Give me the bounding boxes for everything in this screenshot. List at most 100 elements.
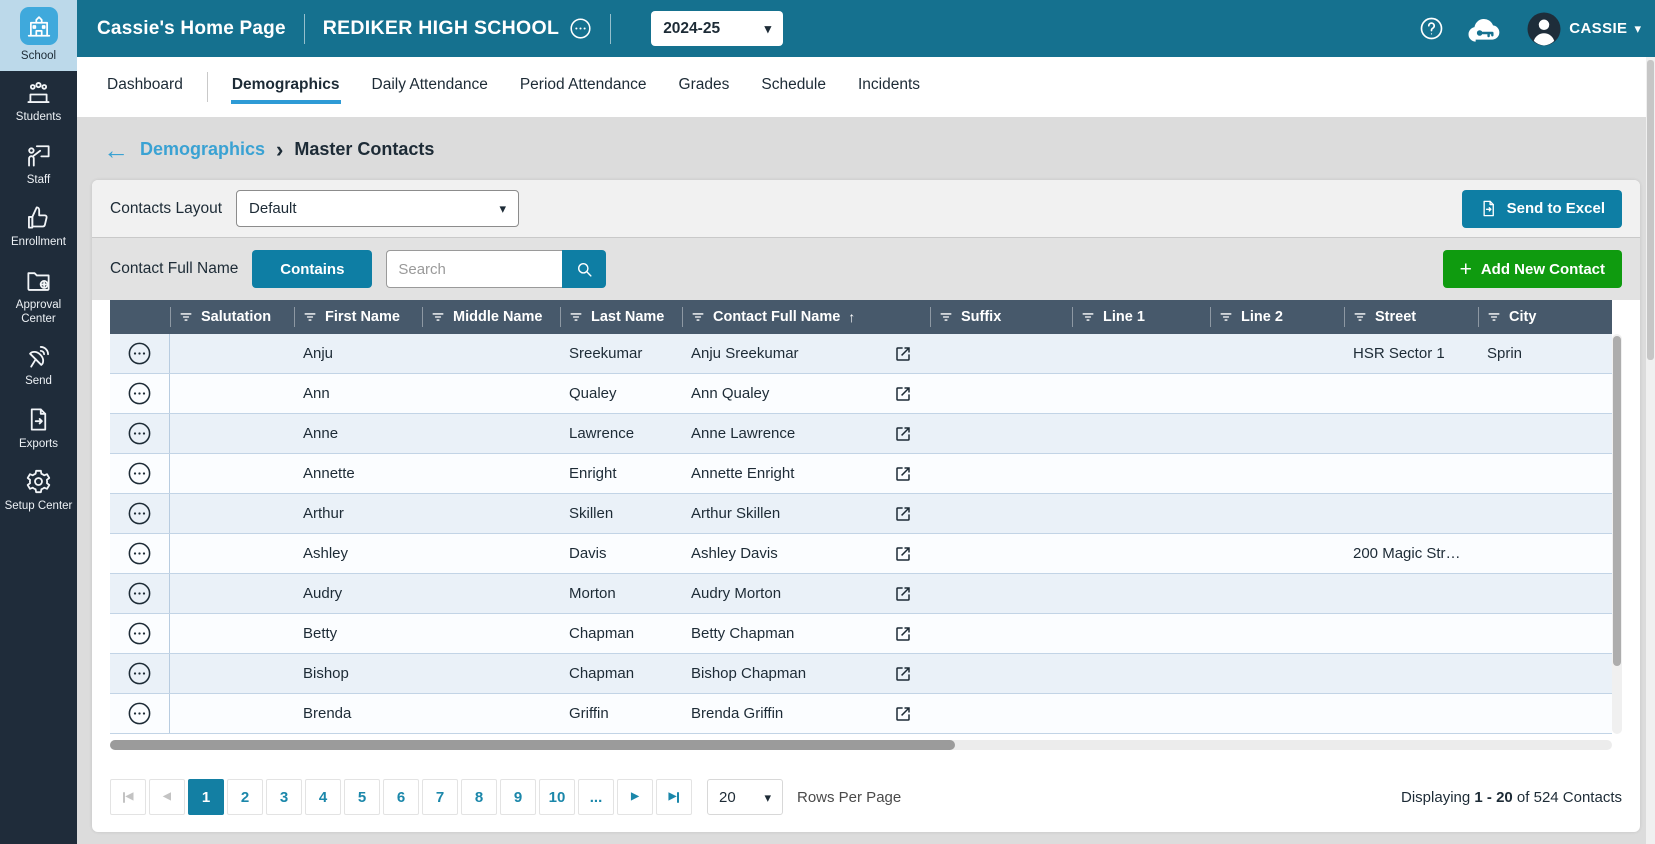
row-menu-button[interactable] <box>127 421 152 446</box>
cloud-key-icon[interactable] <box>1465 14 1505 44</box>
sidebar-item-exports[interactable]: Exports <box>0 398 77 460</box>
page-button-1[interactable]: 1 <box>188 779 224 815</box>
home-page-title[interactable]: Cassie's Home Page <box>97 18 286 40</box>
back-arrow-icon[interactable]: ← <box>103 137 129 163</box>
page-button-9[interactable]: 9 <box>500 779 536 815</box>
filter-operator-button[interactable]: Contains <box>252 250 373 288</box>
open-contact-link-icon[interactable] <box>894 545 912 563</box>
page-button-6[interactable]: 6 <box>383 779 419 815</box>
filter-icon[interactable] <box>691 310 705 324</box>
filter-toolbar: Contact Full Name Contains + Add New Con… <box>92 238 1640 300</box>
page-button-4[interactable]: 4 <box>305 779 341 815</box>
filter-icon[interactable] <box>1487 310 1501 324</box>
row-menu-button[interactable] <box>127 541 152 566</box>
row-menu-button[interactable] <box>127 581 152 606</box>
search-input[interactable] <box>386 250 563 288</box>
sidebar-item-students[interactable]: Students <box>0 71 77 133</box>
column-header-city[interactable]: City <box>1478 300 1612 334</box>
open-contact-link-icon[interactable] <box>894 585 912 603</box>
breadcrumb-demographics-link[interactable]: Demographics <box>140 139 265 160</box>
page-button-2[interactable]: 2 <box>227 779 263 815</box>
filter-icon[interactable] <box>1219 310 1233 324</box>
open-contact-link-icon[interactable] <box>894 625 912 643</box>
column-header-contact-full-name[interactable]: Contact Full Name ↑ <box>682 300 930 334</box>
tab-period-attendance[interactable]: Period Attendance <box>519 70 648 104</box>
horizontal-scrollbar-thumb[interactable] <box>110 740 955 750</box>
page-scrollbar-thumb[interactable] <box>1647 60 1654 360</box>
tab-daily-attendance[interactable]: Daily Attendance <box>371 70 489 104</box>
row-menu-button[interactable] <box>127 621 152 646</box>
open-contact-link-icon[interactable] <box>894 705 912 723</box>
tab-schedule[interactable]: Schedule <box>760 70 827 104</box>
tab-incidents[interactable]: Incidents <box>857 70 921 104</box>
open-contact-link-icon[interactable] <box>894 345 912 363</box>
last-page-button[interactable]: ▶ <box>656 779 692 815</box>
first-page-button[interactable]: ◀ <box>110 779 146 815</box>
contacts-layout-select[interactable]: Default ▾ <box>236 190 520 227</box>
cell-last-name: Enright <box>569 465 617 482</box>
filter-icon[interactable] <box>1353 310 1367 324</box>
tab-dashboard[interactable]: Dashboard <box>106 70 184 104</box>
open-contact-link-icon[interactable] <box>894 465 912 483</box>
user-name: CASSIE <box>1569 20 1628 37</box>
filter-icon[interactable] <box>431 310 445 324</box>
row-menu-button[interactable] <box>127 661 152 686</box>
next-page-button[interactable]: ▶ <box>617 779 653 815</box>
vertical-scrollbar-thumb[interactable] <box>1613 336 1621 666</box>
approval-center-icon <box>25 267 52 294</box>
page-button-8[interactable]: 8 <box>461 779 497 815</box>
page-scrollbar[interactable] <box>1646 57 1655 844</box>
table-row: Annette Enright Annette Enright <box>110 454 1612 494</box>
sidebar-item-send[interactable]: Send <box>0 335 77 397</box>
table-header-row: Salutation First Name Middle Name Last Name… <box>110 300 1612 334</box>
column-header-last-name[interactable]: Last Name <box>560 300 682 334</box>
school-year-select[interactable]: 2024-25 ▾ <box>651 11 784 46</box>
page-button-10[interactable]: 10 <box>539 779 575 815</box>
horizontal-scrollbar[interactable] <box>110 740 1612 750</box>
open-contact-link-icon[interactable] <box>894 665 912 683</box>
filter-icon[interactable] <box>303 310 317 324</box>
more-pages-button[interactable]: ... <box>578 779 614 815</box>
page-button-3[interactable]: 3 <box>266 779 302 815</box>
open-contact-link-icon[interactable] <box>894 385 912 403</box>
column-header-first-name[interactable]: First Name <box>294 300 422 334</box>
rows-per-page-select[interactable]: 20 ▾ <box>707 779 783 815</box>
column-header-line-2[interactable]: Line 2 <box>1210 300 1344 334</box>
add-new-contact-button[interactable]: + Add New Contact <box>1442 250 1622 288</box>
row-menu-button[interactable] <box>127 701 152 726</box>
filter-icon[interactable] <box>1081 310 1095 324</box>
page-button-5[interactable]: 5 <box>344 779 380 815</box>
open-contact-link-icon[interactable] <box>894 505 912 523</box>
column-header-label: Line 1 <box>1103 309 1145 325</box>
column-header-line-1[interactable]: Line 1 <box>1072 300 1210 334</box>
row-menu-button[interactable] <box>127 461 152 486</box>
column-header-middle-name[interactable]: Middle Name <box>422 300 560 334</box>
sidebar-item-enrollment[interactable]: Enrollment <box>0 196 77 258</box>
column-header-suffix[interactable]: Suffix <box>930 300 1072 334</box>
page-arrow-glyph: ▶ <box>631 791 639 802</box>
help-icon[interactable] <box>1419 16 1444 41</box>
sidebar-item-staff[interactable]: Staff <box>0 134 77 196</box>
row-menu-button[interactable] <box>127 341 152 366</box>
tab-demographics[interactable]: Demographics <box>230 70 341 104</box>
filter-icon[interactable] <box>569 310 583 324</box>
filter-icon[interactable] <box>179 310 193 324</box>
previous-page-button[interactable]: ◀ <box>149 779 185 815</box>
column-header-salutation[interactable]: Salutation <box>170 300 294 334</box>
search-button[interactable] <box>562 250 607 288</box>
sidebar-item-approval-center[interactable]: Approval Center <box>0 259 77 336</box>
cell-full-name: Anju Sreekumar <box>682 345 930 363</box>
sidebar-item-setup-center[interactable]: Setup Center <box>0 460 77 522</box>
filter-icon[interactable] <box>939 310 953 324</box>
column-header-street[interactable]: Street <box>1344 300 1478 334</box>
vertical-scrollbar[interactable] <box>1612 334 1622 734</box>
row-menu-button[interactable] <box>127 501 152 526</box>
row-menu-button[interactable] <box>127 381 152 406</box>
user-menu[interactable]: CASSIE ▾ <box>1526 11 1641 47</box>
school-menu-ellipsis-icon[interactable] <box>569 17 592 40</box>
open-contact-link-icon[interactable] <box>894 425 912 443</box>
send-to-excel-button[interactable]: Send to Excel <box>1461 189 1622 228</box>
tab-grades[interactable]: Grades <box>678 70 731 104</box>
page-button-7[interactable]: 7 <box>422 779 458 815</box>
sidebar-item-school[interactable]: School <box>0 0 77 72</box>
